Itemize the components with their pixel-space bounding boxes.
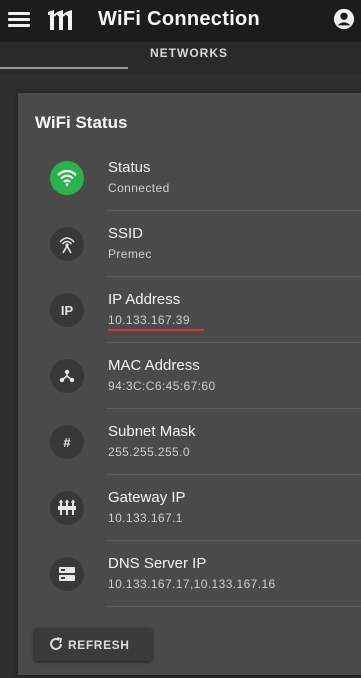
hash-icon-text: # (63, 434, 71, 450)
wifi-icon (50, 161, 84, 195)
ip-address-label: IP Address (108, 291, 181, 308)
ip-address-highlight (108, 329, 204, 331)
ssid-row: SSID Premec (18, 211, 361, 277)
gateway-ip-label: Gateway IP (108, 489, 186, 506)
ssid-label: SSID (108, 225, 144, 242)
refresh-label: REFRESH (68, 638, 130, 652)
status-value: Connected (108, 181, 170, 195)
tab-bar: NETWORKS (0, 42, 361, 74)
status-row: Status Connected (18, 145, 361, 211)
tab-indicator (0, 67, 128, 69)
ip-address-row: IP IP Address 10.133.167.39 (18, 277, 361, 343)
ip-icon-text: IP (60, 302, 74, 318)
subnet-mask-value: 255.255.255.0 (108, 445, 190, 459)
ip-address-value: 10.133.167.39 (108, 313, 190, 327)
subnet-mask-label: Subnet Mask (108, 423, 196, 440)
dns-server-value: 10.133.167.17,10.133.167.16 (108, 577, 276, 591)
mac-address-label: MAC Address (108, 357, 200, 374)
server-icon (50, 557, 84, 591)
mac-address-value: 94:3C:C6:45:67:60 (108, 379, 216, 393)
dns-server-row: DNS Server IP 10.133.167.17,10.133.167.1… (18, 541, 361, 607)
wifi-tower-icon (50, 227, 84, 261)
brand-logo (48, 10, 72, 30)
refresh-button[interactable]: REFRESH (34, 628, 152, 661)
account-circle-icon[interactable] (333, 8, 355, 30)
gateway-icon (50, 491, 84, 525)
hamburger-menu-icon[interactable] (8, 10, 30, 30)
subnet-mask-row: # Subnet Mask 255.255.255.0 (18, 409, 361, 475)
app-bar: WiFi Connection (0, 0, 361, 42)
mac-address-row: MAC Address 94:3C:C6:45:67:60 (18, 343, 361, 409)
refresh-icon (50, 637, 63, 650)
network-nodes-icon (50, 359, 84, 393)
ip-icon: IP (50, 293, 84, 327)
card-title: WiFi Status (35, 113, 128, 132)
app-title: WiFi Connection (98, 8, 261, 30)
hash-icon: # (50, 425, 84, 459)
tab-networks[interactable]: NETWORKS (150, 46, 228, 60)
wifi-status-card: WiFi Status Status Connected SSID Premec (18, 93, 361, 675)
gateway-ip-row: Gateway IP 10.133.167.1 (18, 475, 361, 541)
gateway-ip-value: 10.133.167.1 (108, 511, 183, 525)
ssid-value: Premec (108, 247, 152, 261)
dns-server-label: DNS Server IP (108, 555, 207, 572)
status-label: Status (108, 159, 151, 176)
